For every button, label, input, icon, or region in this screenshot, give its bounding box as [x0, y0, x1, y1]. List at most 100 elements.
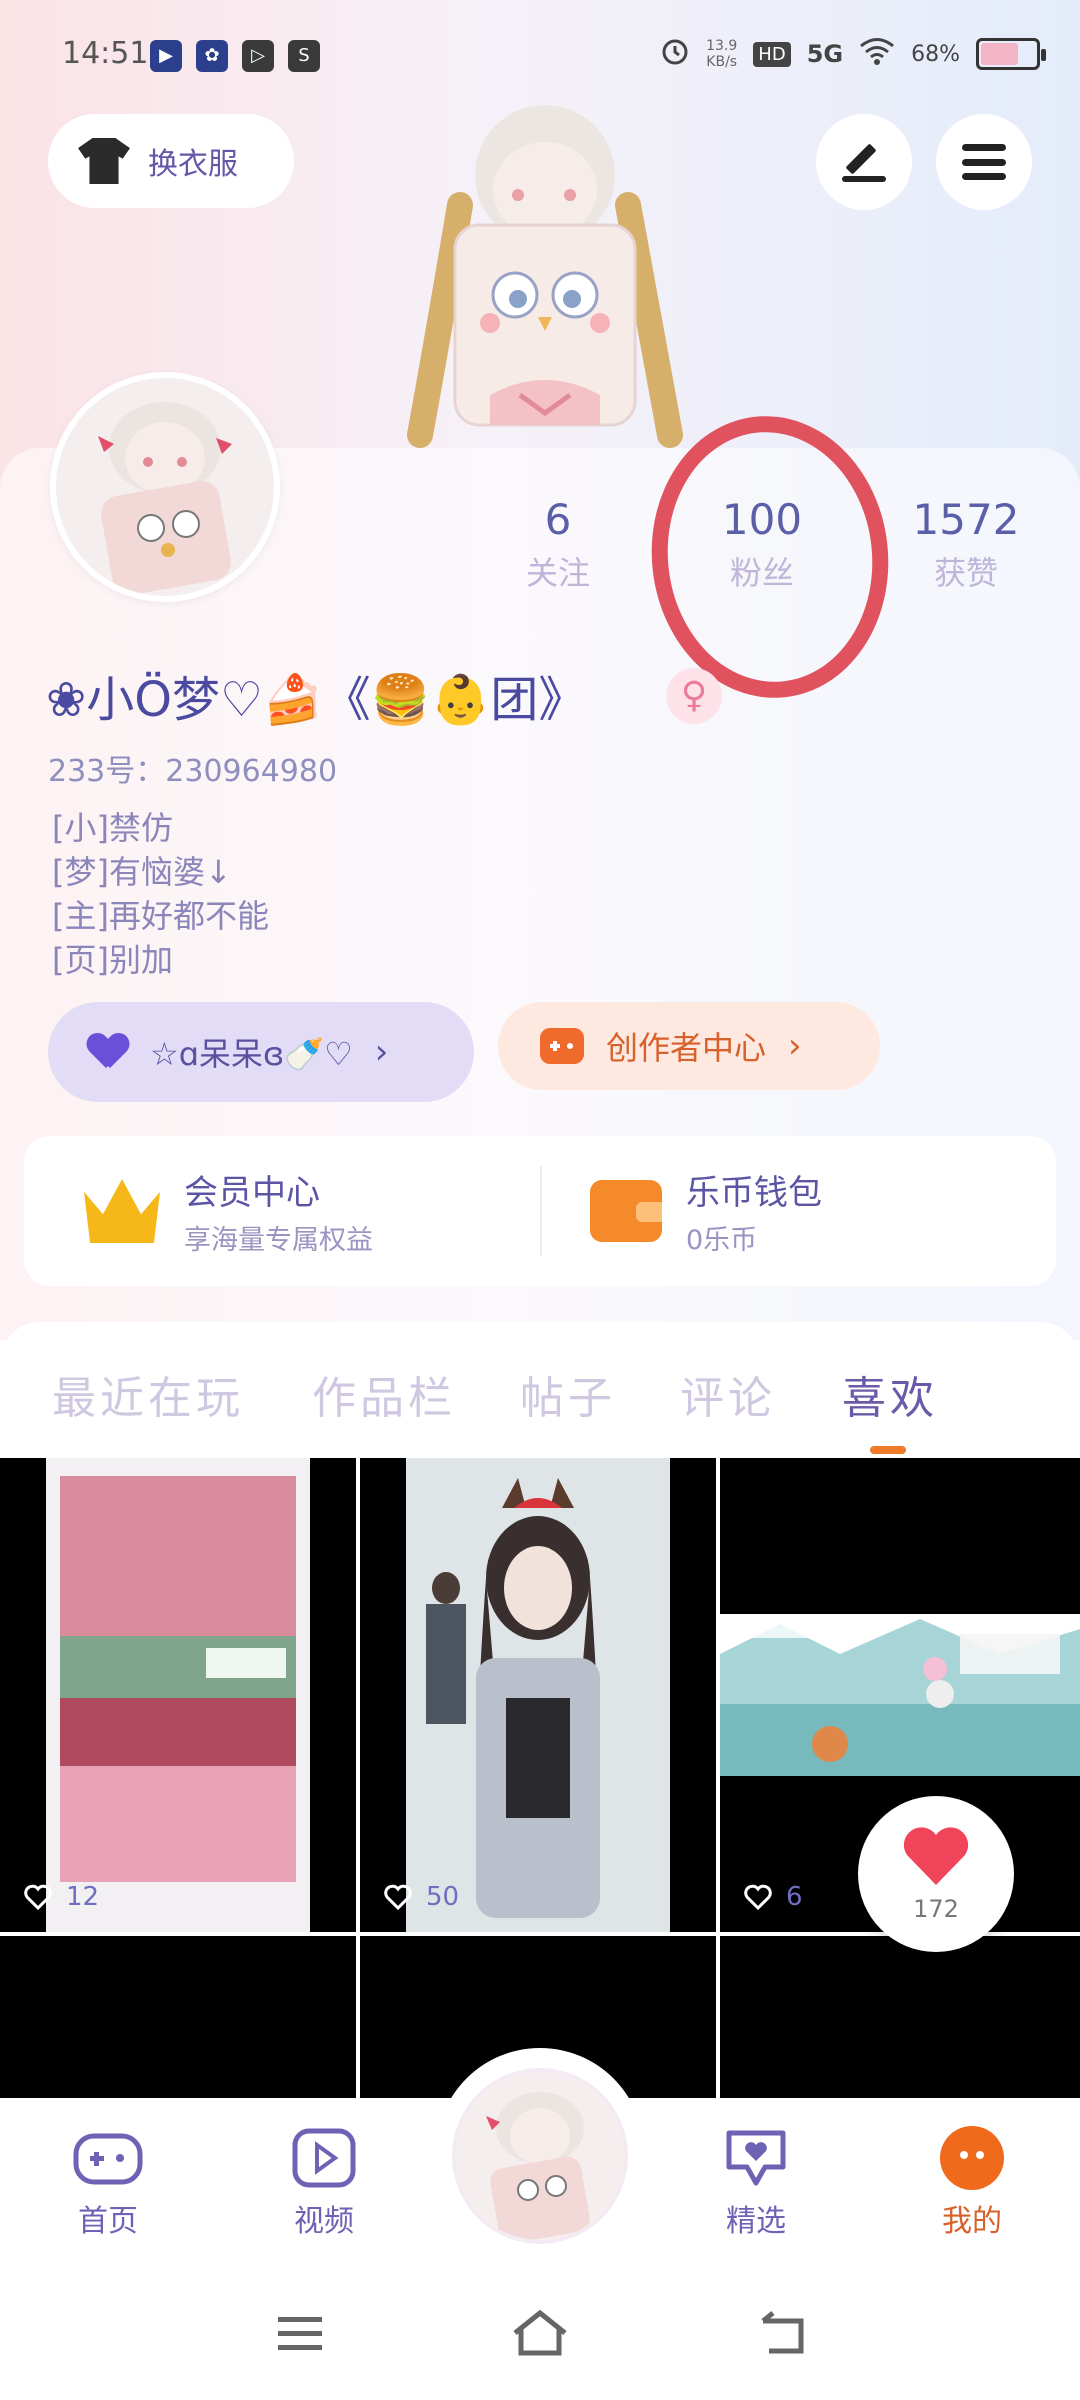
- grid-item[interactable]: 12: [0, 1458, 356, 1932]
- nav-home[interactable]: 首页: [48, 2126, 168, 2240]
- like-heart-icon: [744, 1884, 772, 1910]
- like-heart-icon: [24, 1884, 52, 1910]
- network-type: 5G: [806, 40, 844, 68]
- bio-line: [小]禁仿: [52, 809, 173, 847]
- nav-center-avatar[interactable]: [456, 2072, 624, 2240]
- pen-icon: [842, 142, 886, 182]
- menu-button[interactable]: [936, 114, 1032, 210]
- gamepad-icon: [72, 2126, 144, 2190]
- wallet-title: 乐币钱包: [686, 1173, 822, 1213]
- system-menu-button[interactable]: [270, 2308, 330, 2358]
- nav-video[interactable]: 视频: [264, 2126, 384, 2240]
- nav-featured-label: 精选: [726, 2204, 786, 2239]
- tab-comments[interactable]: 评论: [680, 1362, 776, 1426]
- app-notification-icon: ▶: [150, 40, 182, 72]
- network-speed-unit: KB/s: [706, 54, 738, 70]
- nav-featured[interactable]: 精选: [696, 2126, 816, 2240]
- chevron-right-icon: ›: [374, 1032, 389, 1072]
- wifi-icon: [859, 37, 895, 71]
- system-home-button[interactable]: [510, 2308, 570, 2358]
- network-speed-value: 13.9: [706, 38, 738, 54]
- following-count: 6: [544, 495, 572, 544]
- red-heart-icon: [901, 1825, 971, 1891]
- avatar[interactable]: [50, 372, 280, 602]
- soul-app-icon: S: [288, 40, 320, 72]
- video-thumbnail: [46, 1458, 310, 1932]
- like-count: 50: [426, 1882, 460, 1912]
- change-outfit-label: 换衣服: [148, 147, 238, 182]
- like-count: 12: [66, 1882, 100, 1912]
- system-back-icon: [761, 2311, 804, 2354]
- bio-line: [主]再好都不能: [52, 897, 269, 935]
- battery-level: [981, 43, 1018, 65]
- alarm-icon: [660, 36, 690, 72]
- battery-percent: 68%: [911, 41, 960, 67]
- menu-icon: [962, 144, 1006, 180]
- nav-me-label: 我的: [942, 2204, 1002, 2239]
- chevron-right-icon: ›: [788, 1026, 802, 1066]
- member-center-title: 会员中心: [184, 1173, 320, 1213]
- tab-likes[interactable]: 喜欢: [842, 1362, 938, 1426]
- likes-count: 1572: [912, 495, 1020, 544]
- face-icon: [936, 2126, 1008, 2190]
- divider: [540, 1166, 542, 1256]
- female-gender-icon: ♀: [666, 668, 722, 724]
- video-thumbnail: [720, 1614, 1080, 1776]
- member-center-entry[interactable]: 会员中心 享海量专属权益: [84, 1136, 373, 1286]
- member-center-subtitle: 享海量专属权益: [184, 1225, 373, 1256]
- like-heart-icon: [384, 1884, 412, 1910]
- following-stat[interactable]: 6 关注: [478, 495, 638, 594]
- like-count: 6: [786, 1882, 803, 1912]
- wallet-balance: 0乐币: [686, 1225, 758, 1256]
- system-back-button[interactable]: [752, 2308, 812, 2358]
- paw-app-icon: ✿: [196, 40, 228, 72]
- like-count-row: 12: [24, 1882, 99, 1912]
- liked-content-grid: 12 50 6: [0, 1458, 1080, 2106]
- avatar-character-figure[interactable]: [400, 95, 690, 450]
- active-tab-indicator: [870, 1446, 906, 1454]
- grid-item[interactable]: [0, 1936, 356, 2106]
- gamepad-icon: [540, 1028, 584, 1064]
- system-menu-icon: [278, 2317, 322, 2350]
- user-id-label: 233号：: [48, 754, 166, 789]
- creator-center-button[interactable]: 创作者中心 ›: [498, 1002, 880, 1090]
- grid-item[interactable]: [720, 1936, 1080, 2106]
- wallet-icon: [590, 1180, 662, 1242]
- wallet-entry[interactable]: 乐币钱包 0乐币: [590, 1136, 822, 1286]
- grid-item[interactable]: 50: [360, 1458, 716, 1932]
- tab-works[interactable]: 作品栏: [312, 1362, 456, 1426]
- nav-video-label: 视频: [294, 2204, 354, 2239]
- status-indicators: 13.9 KB/s HD 5G 68%: [660, 36, 1046, 72]
- user-id-value: 230964980: [165, 754, 338, 789]
- user-id[interactable]: 233号：230964980: [48, 746, 337, 790]
- bio-line: [页]别加: [52, 941, 173, 979]
- nav-me[interactable]: 我的: [912, 2126, 1032, 2240]
- like-count-row: 50: [384, 1882, 459, 1912]
- following-label: 关注: [525, 554, 590, 592]
- heart-icon: [88, 1034, 128, 1070]
- likes-stat[interactable]: 1572 获赞: [886, 495, 1046, 594]
- status-app-icons: ▶ ✿ ▷ S: [150, 40, 320, 72]
- hd-badge: HD: [753, 41, 791, 67]
- floating-like-button[interactable]: 172: [858, 1796, 1014, 1952]
- bio-line: [梦]有恼婆↓: [52, 853, 232, 891]
- group-tag-pill[interactable]: ☆ɑ呆呆ɞ🍼♡ ›: [48, 1002, 474, 1102]
- network-speed: 13.9 KB/s: [706, 38, 737, 70]
- nickname: ❀小Ö梦♡🍰《🍔👶团》: [46, 672, 587, 728]
- play-icon: [288, 2126, 360, 2190]
- tab-posts[interactable]: 帖子: [520, 1362, 616, 1426]
- play-app-icon: ▷: [242, 40, 274, 72]
- likes-label: 获赞: [933, 554, 998, 592]
- like-count-row: 6: [744, 1882, 803, 1912]
- change-outfit-button[interactable]: 换衣服: [48, 114, 294, 208]
- battery-icon: [976, 38, 1046, 70]
- edit-profile-button[interactable]: [816, 114, 912, 210]
- group-tag-label: ☆ɑ呆呆ɞ🍼♡: [150, 1035, 353, 1073]
- system-home-icon: [513, 2309, 567, 2356]
- heart-chat-icon: [720, 2126, 792, 2190]
- nav-home-label: 首页: [78, 2204, 138, 2239]
- bio: [小]禁仿 [梦]有恼婆↓ [主]再好都不能 [页]别加: [52, 806, 269, 982]
- shirt-icon: [78, 138, 130, 184]
- tab-recently-played[interactable]: 最近在玩: [52, 1362, 244, 1426]
- crown-icon: [84, 1179, 160, 1243]
